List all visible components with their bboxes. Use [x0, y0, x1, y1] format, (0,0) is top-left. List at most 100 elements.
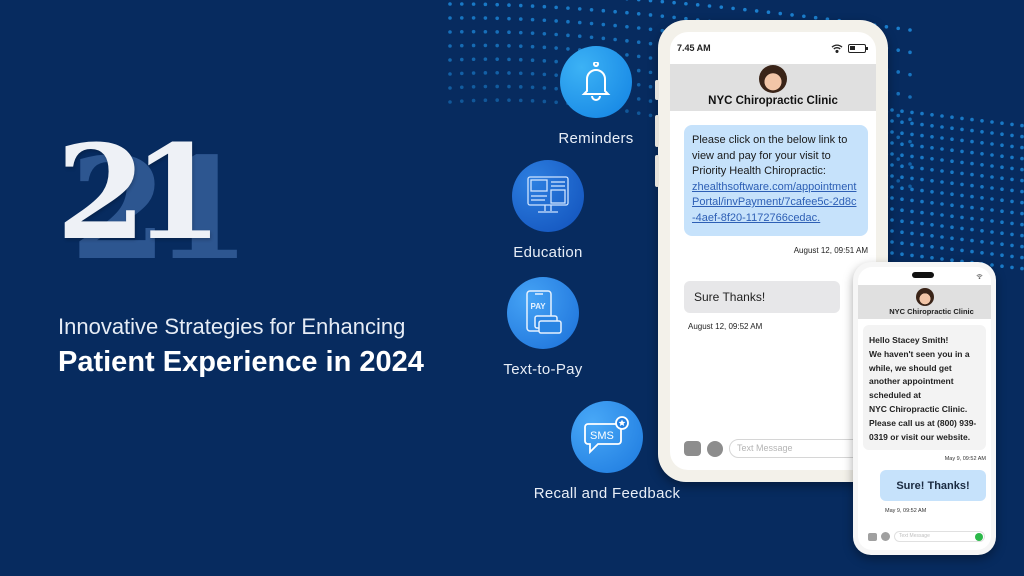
feature-text-to-pay: PAY Text-to-Pay — [487, 277, 599, 378]
decor-dot — [695, 3, 700, 7]
decor-dot — [940, 158, 944, 162]
decor-dot — [940, 147, 944, 151]
decor-dot — [908, 95, 912, 99]
decor-dot — [566, 6, 570, 10]
decor-dot — [1000, 220, 1004, 224]
svg-text:PAY: PAY — [531, 302, 547, 311]
decor-dot — [1020, 145, 1024, 150]
decor-dot — [1000, 242, 1004, 246]
decor-dot — [910, 220, 914, 225]
message-line: Hello Stacey Smith! — [869, 335, 949, 345]
decor-dot — [1000, 264, 1004, 269]
decor-dot — [950, 203, 954, 207]
decor-dot — [1000, 253, 1004, 257]
decor-dot — [896, 70, 901, 74]
decor-dot — [908, 117, 912, 122]
decor-dot — [483, 57, 488, 61]
decor-dot — [910, 253, 914, 258]
decor-dot — [960, 127, 964, 132]
chat-header: NYC Chiropractic Clinic — [858, 285, 991, 319]
decor-dot — [960, 248, 964, 253]
decor-dot — [601, 8, 606, 13]
decor-dot — [908, 139, 912, 144]
decor-dot — [940, 246, 944, 250]
decor-dot — [530, 44, 535, 49]
decor-dot — [970, 161, 974, 166]
decor-dot — [459, 85, 464, 90]
message-timestamp: May 9, 09:52 AM — [944, 456, 986, 463]
decor-dot — [940, 136, 944, 140]
decor-dot — [910, 231, 914, 236]
decor-dot — [950, 181, 954, 185]
decor-dot — [930, 179, 934, 183]
decor-dot — [672, 15, 676, 20]
decor-dot — [1020, 222, 1024, 227]
decor-dot — [625, 39, 629, 43]
input-placeholder: Text Message — [899, 533, 930, 539]
phone-main-screen: 7.45 AM NYC Chiropractic Clinic Please c… — [670, 32, 876, 470]
wifi-icon — [976, 273, 983, 279]
decor-dot — [920, 243, 924, 248]
decor-dot — [660, 0, 665, 4]
decor-dot — [577, 7, 582, 11]
decor-dot — [910, 165, 914, 170]
decor-dot — [950, 148, 954, 152]
decor-dot — [518, 30, 523, 35]
decor-dot — [990, 230, 994, 234]
decor-dot — [648, 0, 653, 3]
decor-dot — [778, 11, 783, 16]
decor-dot — [1000, 121, 1004, 125]
decor-dot — [900, 186, 904, 190]
decor-dot — [636, 40, 641, 44]
text-message-input[interactable]: Text Message — [894, 531, 985, 542]
decor-dot — [1000, 209, 1004, 213]
app-store-icon[interactable] — [707, 440, 723, 457]
decor-dot — [672, 0, 676, 5]
decor-dot — [960, 193, 964, 198]
decor-dot — [990, 219, 994, 223]
decor-dot — [940, 114, 944, 118]
send-button[interactable] — [975, 533, 983, 541]
decor-dot — [1000, 143, 1004, 147]
status-time — [866, 274, 867, 279]
camera-icon[interactable] — [868, 532, 877, 541]
decor-dot — [577, 20, 582, 25]
payment-link[interactable]: zhealthsoftware.com/appointmentPortal/in… — [692, 180, 860, 227]
decor-dot — [920, 232, 924, 237]
decor-dot — [910, 209, 914, 214]
phone-side-button — [655, 115, 659, 147]
decor-dot — [542, 31, 547, 36]
decor-dot — [589, 35, 594, 40]
decor-dot — [970, 249, 974, 254]
decor-dot — [613, 9, 617, 14]
decor-dot — [518, 44, 523, 48]
decor-dot — [980, 251, 984, 255]
decor-dot — [900, 208, 904, 212]
app-store-icon[interactable] — [881, 532, 890, 541]
decor-dot — [471, 2, 476, 6]
decor-dot — [910, 154, 914, 159]
decor-dot — [930, 168, 934, 172]
decor-dot — [990, 131, 994, 135]
feature-label: Recall and Feedback — [533, 485, 681, 502]
camera-icon[interactable] — [684, 441, 701, 456]
decor-dot — [980, 119, 984, 123]
decor-dot — [920, 177, 924, 182]
message-outgoing: Sure Thanks! — [684, 281, 840, 313]
decor-dot — [950, 192, 954, 196]
decor-dot — [459, 43, 464, 48]
decor-dot — [589, 21, 594, 26]
decor-dot — [471, 98, 476, 103]
decor-dot — [910, 198, 914, 203]
decor-dot — [530, 99, 535, 103]
decor-dot — [990, 252, 994, 256]
decor-dot — [1020, 211, 1024, 216]
decor-dot — [900, 109, 904, 113]
decor-dot — [930, 223, 934, 227]
decor-dot — [566, 33, 570, 38]
decor-dot — [990, 208, 994, 212]
decor-dot — [530, 17, 535, 22]
decor-dot — [660, 14, 665, 18]
decor-dot — [530, 58, 535, 63]
input-placeholder: Text Message — [737, 443, 793, 453]
